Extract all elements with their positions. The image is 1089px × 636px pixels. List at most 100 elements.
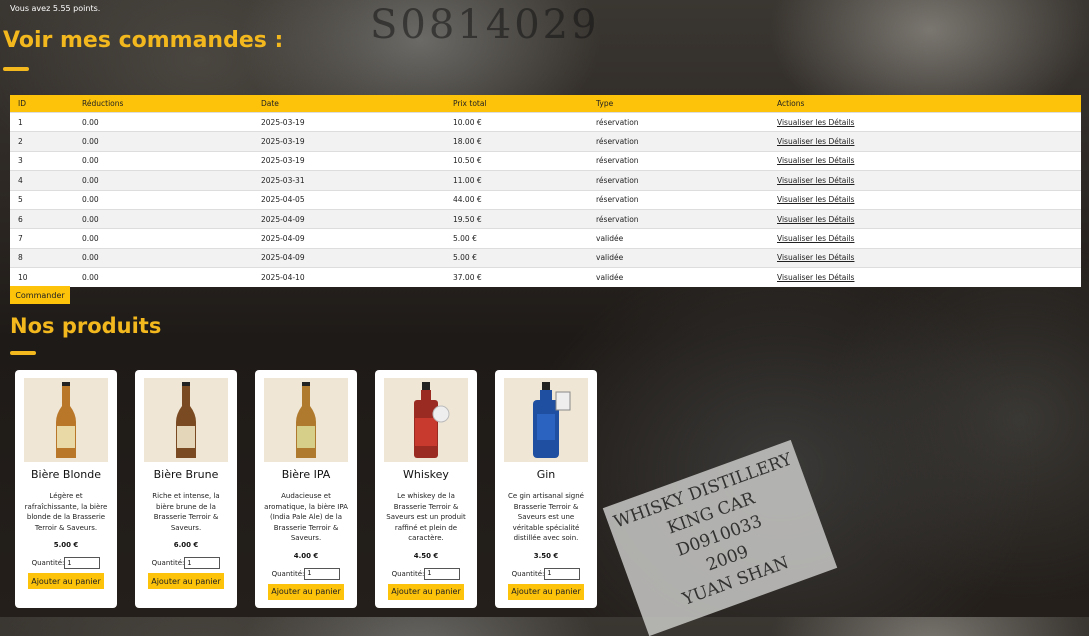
quantity-input[interactable] (184, 557, 221, 569)
quantity-label: Quantité: (511, 569, 545, 578)
barrel-label: WHISKY DISTILLERY KING CAR D0910033 2009… (602, 439, 838, 636)
quantity-input[interactable] (304, 567, 341, 580)
product-price: 3.50 € (533, 551, 559, 560)
add-to-cart-button[interactable]: Ajouter au panier (508, 583, 584, 600)
product-price: 4.50 € (413, 551, 439, 560)
table-row: 8 0.00 2025-04-09 5.00 € validée Visualiser l… (10, 247, 1081, 268)
order-type-cell: réservation (588, 189, 769, 210)
quantity-input[interactable] (544, 567, 581, 580)
view-details-link[interactable]: Visualiser les Détails (777, 176, 854, 185)
order-type-cell: validée (588, 267, 769, 287)
order-id-cell: 4 (10, 170, 74, 191)
col-header-total: Prix total (445, 95, 588, 113)
product-card: Gin Ce gin artisanal signé Brasserie Terr… (495, 370, 597, 608)
product-card: Whiskey Le whiskey de la Brasserie Terroi… (375, 370, 477, 608)
order-id-cell: 10 (10, 267, 74, 287)
order-date-cell: 2025-04-09 (253, 247, 445, 268)
add-to-cart-button[interactable]: Ajouter au panier (28, 573, 104, 589)
order-actions-cell: Visualiser les Détails (769, 267, 1081, 287)
view-details-link[interactable]: Visualiser les Détails (777, 273, 854, 282)
order-total-cell: 37.00 € (445, 267, 588, 287)
quantity-label: Quantité: (271, 569, 305, 578)
product-price: 5.00 € (53, 541, 79, 549)
order-actions-cell: Visualiser les Détails (769, 131, 1081, 152)
order-type-cell: validée (588, 247, 769, 268)
table-row: 1 0.00 2025-03-19 10.00 € réservation Visuali… (10, 111, 1081, 132)
order-type-cell: réservation (588, 131, 769, 152)
table-row: 4 0.00 2025-03-31 11.00 € réservation Visuali… (10, 170, 1081, 191)
orders-table-header: ID Réductions Date Prix total Type Actio… (10, 95, 1081, 113)
order-date-cell: 2025-03-19 (253, 150, 445, 171)
view-details-link[interactable]: Visualiser les Détails (777, 195, 854, 204)
table-row: 6 0.00 2025-04-09 19.50 € réservation Visuali… (10, 208, 1081, 229)
order-date-cell: 2025-04-10 (253, 267, 445, 287)
quantity-input[interactable] (424, 567, 461, 580)
table-row: 5 0.00 2025-04-05 44.00 € réservation Visuali… (10, 189, 1081, 210)
view-details-link[interactable]: Visualiser les Détails (777, 234, 854, 243)
add-to-cart-button[interactable]: Ajouter au panier (268, 583, 344, 600)
order-date-cell: 2025-04-05 (253, 189, 445, 210)
table-row: 3 0.00 2025-03-19 10.50 € réservation Visuali… (10, 150, 1081, 171)
order-actions-cell: Visualiser les Détails (769, 228, 1081, 249)
order-total-cell: 5.00 € (445, 228, 588, 249)
product-name: Gin (536, 468, 556, 481)
order-date-cell: 2025-03-19 (253, 131, 445, 152)
quantity-input[interactable] (64, 557, 101, 569)
col-header-actions: Actions (769, 95, 1081, 113)
order-actions-cell: Visualiser les Détails (769, 189, 1081, 210)
order-type-cell: réservation (588, 150, 769, 171)
order-reduction-cell: 0.00 (74, 267, 253, 287)
product-image (384, 378, 468, 462)
order-date-cell: 2025-04-09 (253, 228, 445, 249)
col-header-date: Date (253, 95, 445, 113)
order-actions-cell: Visualiser les Détails (769, 208, 1081, 229)
add-to-cart-button[interactable]: Ajouter au panier (148, 573, 224, 589)
order-button[interactable]: Commander (10, 286, 70, 304)
orders-table: ID Réductions Date Prix total Type Actio… (10, 95, 1081, 287)
quantity-row: Quantité: (495, 567, 597, 580)
order-total-cell: 10.50 € (445, 150, 588, 171)
order-id-cell: 2 (10, 131, 74, 152)
points-balance: Vous avez 5.55 points. (10, 4, 101, 13)
order-reduction-cell: 0.00 (74, 111, 253, 132)
view-details-link[interactable]: Visualiser les Détails (777, 215, 854, 224)
product-price: 4.00 € (293, 551, 319, 560)
order-actions-cell: Visualiser les Détails (769, 150, 1081, 171)
order-actions-cell: Visualiser les Détails (769, 111, 1081, 132)
order-total-cell: 44.00 € (445, 189, 588, 210)
view-details-link[interactable]: Visualiser les Détails (777, 118, 854, 127)
table-row: 10 0.00 2025-04-10 37.00 € validée Visualiser… (10, 267, 1081, 287)
add-to-cart-button[interactable]: Ajouter au panier (388, 583, 464, 600)
product-description: Le whiskey de la Brasserie Terroir & Sav… (386, 492, 466, 542)
order-id-cell: 3 (10, 150, 74, 171)
order-reduction-cell: 0.00 (74, 150, 253, 171)
order-id-cell: 8 (10, 247, 74, 268)
orders-title-underline (3, 67, 29, 71)
order-type-cell: validée (588, 228, 769, 249)
order-type-cell: réservation (588, 208, 769, 229)
product-image (24, 378, 108, 462)
bottle-icon (533, 382, 571, 458)
order-id-cell: 7 (10, 228, 74, 249)
product-description: Riche et intense, la bière brune de la B… (152, 492, 220, 532)
order-actions-cell: Visualiser les Détails (769, 170, 1081, 191)
view-details-link[interactable]: Visualiser les Détails (777, 137, 854, 146)
table-row: 2 0.00 2025-03-19 18.00 € réservation Visuali… (10, 131, 1081, 152)
order-total-cell: 5.00 € (445, 247, 588, 268)
order-total-cell: 11.00 € (445, 170, 588, 191)
order-actions-cell: Visualiser les Détails (769, 247, 1081, 268)
col-header-reductions: Réductions (74, 95, 253, 113)
quantity-row: Quantité: (375, 567, 477, 580)
col-header-type: Type (588, 95, 769, 113)
quantity-row: Quantité: (135, 557, 237, 569)
bottle-icon (414, 382, 450, 458)
order-date-cell: 2025-03-19 (253, 111, 445, 132)
bottle-icon (296, 382, 316, 458)
view-details-link[interactable]: Visualiser les Détails (777, 253, 854, 262)
view-details-link[interactable]: Visualiser les Détails (777, 156, 854, 165)
order-reduction-cell: 0.00 (74, 208, 253, 229)
order-id-cell: 6 (10, 208, 74, 229)
product-description: Ce gin artisanal signé Brasserie Terroir… (508, 492, 584, 542)
product-name: Bière IPA (281, 468, 331, 481)
product-name: Bière Brune (153, 468, 219, 481)
